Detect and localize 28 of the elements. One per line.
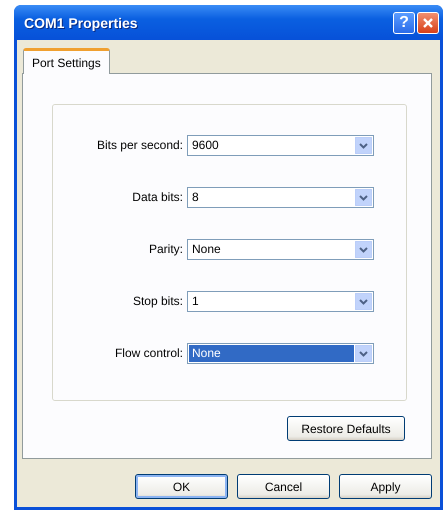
dropdown[interactable]: 1 [187, 290, 374, 312]
restore-defaults-button[interactable]: Restore Defaults [287, 416, 405, 441]
dropdown-value: 1 [191, 293, 200, 310]
dropdown-arrow-icon[interactable] [355, 292, 372, 310]
field-label: Stop bits: [132, 294, 184, 308]
dropdown-value: 8 [191, 189, 200, 206]
dropdown[interactable]: None [187, 238, 374, 260]
dropdown-arrow-icon[interactable] [355, 188, 372, 206]
dropdown-arrow-icon[interactable] [355, 240, 372, 258]
tab[interactable]: Port Settings [23, 48, 110, 74]
close-icon [422, 16, 434, 28]
window-title: COM1 Properties [24, 14, 139, 30]
dropdown-value: 9600 [191, 137, 220, 154]
field-label: Data bits: [131, 190, 184, 204]
close-button[interactable] [417, 12, 439, 34]
dropdown[interactable]: 9600 [187, 134, 374, 156]
dropdown[interactable]: None [187, 342, 374, 364]
field-label: Flow control: [114, 346, 184, 360]
field-label: Bits per second: [96, 138, 184, 152]
dialog-button[interactable]: Cancel [237, 474, 330, 499]
dropdown[interactable]: 8 [187, 186, 374, 208]
dropdown-value: None [189, 344, 354, 362]
dialog-button[interactable]: Apply [339, 474, 432, 499]
dropdown-value: None [191, 241, 222, 258]
dialog-button[interactable]: OK [135, 474, 228, 499]
dropdown-arrow-icon[interactable] [355, 136, 372, 154]
field-label: Parity: [148, 242, 184, 256]
dropdown-arrow-icon[interactable] [355, 344, 372, 362]
